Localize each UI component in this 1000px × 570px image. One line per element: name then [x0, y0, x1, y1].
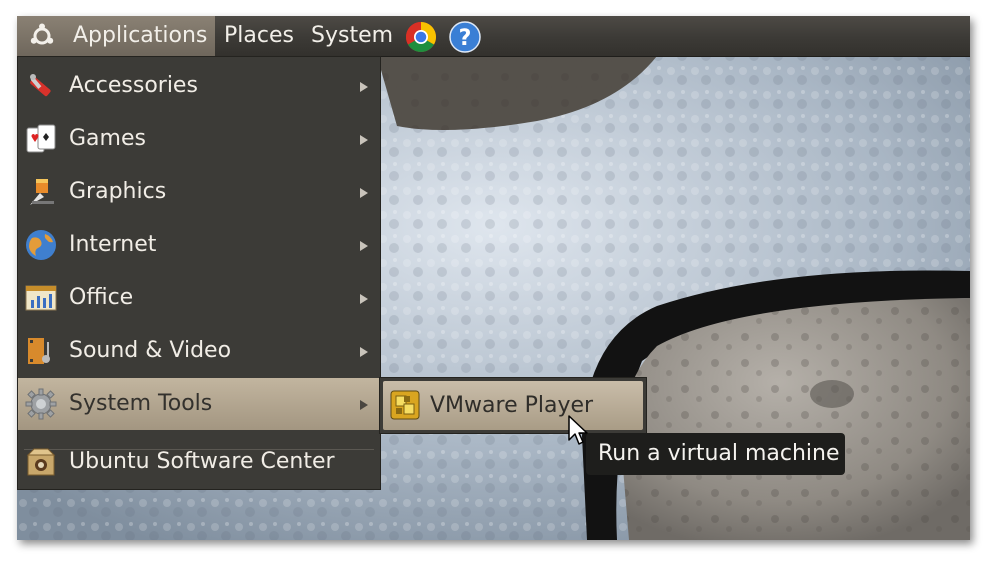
- games-icon: [26, 124, 56, 153]
- tooltip: Run a virtual machine: [586, 433, 845, 475]
- menu-item-accessories[interactable]: Accessories: [18, 60, 380, 112]
- sound-video-icon: [28, 338, 50, 364]
- svg-text:?: ?: [459, 26, 472, 51]
- submenu-arrow-icon: [360, 135, 368, 145]
- internet-icon: [26, 230, 56, 260]
- applications-menu: Accessories Games Graphics Internet Offi…: [17, 56, 381, 490]
- menu-item-games[interactable]: Games: [18, 113, 380, 165]
- graphics-icon: [30, 179, 54, 205]
- submenu-arrow-icon: [360, 400, 368, 410]
- applications-label: Applications: [73, 23, 208, 48]
- menu-item-ubuntu-software-center[interactable]: Ubuntu Software Center: [18, 436, 380, 488]
- submenu-arrow-icon: [360, 188, 368, 198]
- menu-item-label: Sound & Video: [69, 338, 232, 363]
- submenu-arrow-icon: [360, 347, 368, 357]
- system-tools-submenu: VMware Player: [379, 377, 647, 434]
- mouse-pointer-icon: [568, 415, 588, 445]
- ubuntu-logo-icon: [30, 23, 54, 45]
- applications-menu-button[interactable]: Applications: [17, 16, 215, 56]
- desktop-screenshot: Applications Places System ? Accessories: [17, 16, 970, 540]
- software-center-icon: [26, 448, 56, 476]
- menu-item-system-tools[interactable]: System Tools: [18, 378, 380, 430]
- submenu-arrow-icon: [360, 294, 368, 304]
- system-menu-button[interactable]: System: [311, 16, 393, 56]
- office-icon: [25, 285, 57, 311]
- menu-item-label: Internet: [69, 232, 157, 257]
- menu-item-graphics[interactable]: Graphics: [18, 166, 380, 218]
- menu-item-sound-video[interactable]: Sound & Video: [18, 325, 380, 377]
- menu-item-vmware-player[interactable]: VMware Player: [383, 381, 643, 430]
- menu-item-label: Office: [69, 285, 134, 310]
- submenu-arrow-icon: [360, 241, 368, 251]
- places-menu-button[interactable]: Places: [224, 16, 294, 56]
- menu-item-office[interactable]: Office: [18, 272, 380, 324]
- help-icon[interactable]: ?: [448, 20, 482, 54]
- top-panel: Applications Places System ?: [17, 16, 970, 57]
- menu-item-label: Accessories: [69, 73, 198, 98]
- menu-item-internet[interactable]: Internet: [18, 219, 380, 271]
- vmware-player-icon: [390, 390, 420, 420]
- menu-item-label: System Tools: [69, 391, 213, 416]
- accessories-icon: [30, 74, 51, 97]
- chrome-icon[interactable]: [404, 20, 438, 54]
- system-tools-icon: [25, 388, 57, 420]
- menu-item-label: Graphics: [69, 179, 167, 204]
- submenu-arrow-icon: [360, 82, 368, 92]
- menu-item-label: Games: [69, 126, 146, 151]
- menu-item-label: Ubuntu Software Center: [69, 449, 335, 474]
